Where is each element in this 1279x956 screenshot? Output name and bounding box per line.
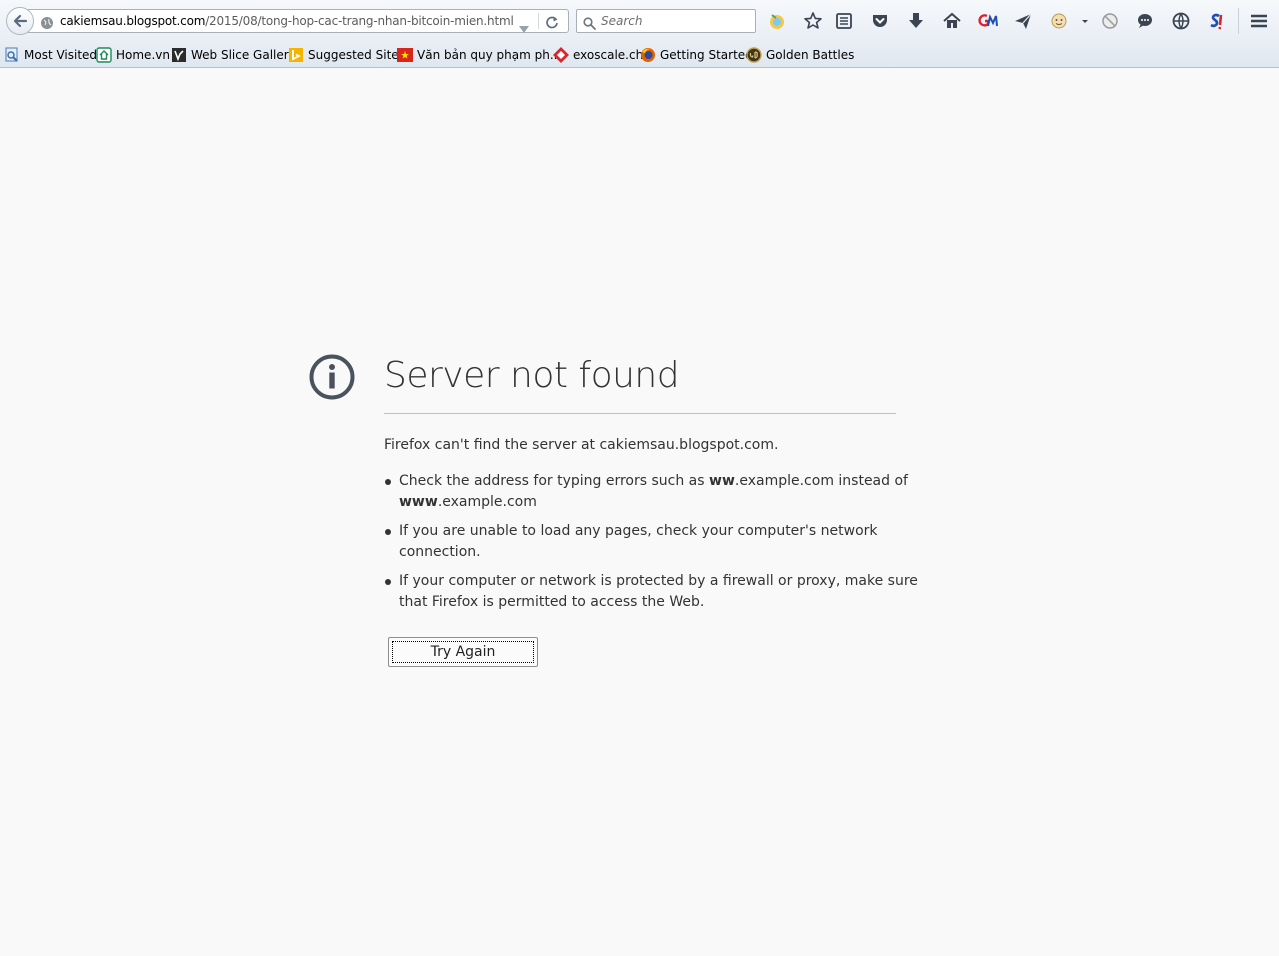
- bookmark-label: Văn bản quy phạm ph...: [417, 48, 562, 62]
- bing-icon: [288, 47, 304, 63]
- menu-icon[interactable]: [1249, 11, 1269, 31]
- search-bar[interactable]: [576, 9, 756, 33]
- error-description: Firefox can't find the server at cakiems…: [384, 437, 779, 453]
- pocket-icon[interactable]: [870, 11, 890, 31]
- s-addon-icon[interactable]: [1207, 11, 1227, 31]
- vietnam-flag-icon: [397, 47, 413, 63]
- url-bar-separator: [538, 13, 539, 29]
- bookmark-star-icon[interactable]: [803, 11, 823, 31]
- bookmark-label: Most Visited: [24, 48, 98, 62]
- reading-list-icon[interactable]: [834, 11, 854, 31]
- back-button[interactable]: [6, 7, 34, 35]
- home-vn-icon: [96, 47, 112, 63]
- suggestion-item: Check the address for typing errors such…: [384, 471, 908, 513]
- addon-icon[interactable]: [767, 11, 787, 31]
- search-icon: [583, 15, 596, 34]
- title-divider: [384, 413, 896, 414]
- globe-addon-icon[interactable]: [1171, 11, 1191, 31]
- back-arrow-icon: [13, 14, 28, 28]
- info-icon: [308, 353, 356, 405]
- url-path: /2015/08/tong-hop-cac-trang-nhan-bitcoin…: [205, 14, 514, 28]
- url-history-dropdown-icon[interactable]: [519, 18, 529, 37]
- bookmark-van-ban[interactable]: Văn bản quy phạm ph...: [397, 46, 561, 64]
- globe-icon[interactable]: [40, 15, 54, 34]
- reload-icon[interactable]: [545, 14, 559, 33]
- bookmark-home-vn[interactable]: Home.vn: [96, 46, 170, 64]
- try-again-label: Try Again: [392, 641, 534, 663]
- bookmark-web-slice-gallery[interactable]: Web Slice Gallery: [171, 46, 296, 64]
- exoscale-icon: [553, 47, 569, 63]
- suggestion-item: If your computer or network is protected…: [384, 571, 918, 613]
- bookmark-label: Golden Battles: [766, 48, 855, 62]
- url-bar[interactable]: cakiemsau.blogspot.com/2015/08/tong-hop-…: [28, 9, 569, 33]
- bookmark-exoscale[interactable]: exoscale.ch: [553, 46, 643, 64]
- bookmark-most-visited[interactable]: Most Visited: [4, 46, 97, 64]
- bookmark-label: Web Slice Gallery: [191, 48, 296, 62]
- try-again-button[interactable]: Try Again: [388, 637, 538, 667]
- chat-icon[interactable]: [1135, 11, 1155, 31]
- bookmark-label: Suggested Sites: [308, 48, 405, 62]
- folder-bookmark-icon: [4, 47, 20, 63]
- dropdown-icon[interactable]: [1080, 11, 1090, 31]
- error-suggestions-list: Check the address for typing errors such…: [384, 471, 918, 621]
- web-slice-icon: [171, 47, 187, 63]
- bookmarks-toolbar: Most Visited Home.vn Web Slice Gallery S…: [0, 42, 1279, 68]
- send-icon[interactable]: [1013, 11, 1033, 31]
- downloads-icon[interactable]: [906, 11, 926, 31]
- navigation-toolbar: cakiemsau.blogspot.com/2015/08/tong-hop-…: [0, 0, 1279, 42]
- error-title: Server not found: [384, 355, 680, 396]
- search-input[interactable]: [601, 13, 751, 29]
- golden-battles-icon: [746, 47, 762, 63]
- url-text[interactable]: cakiemsau.blogspot.com/2015/08/tong-hop-…: [60, 14, 514, 28]
- bookmark-getting-started[interactable]: Getting Started: [640, 46, 753, 64]
- block-icon[interactable]: [1100, 11, 1120, 31]
- url-host: cakiemsau.blogspot.com: [60, 14, 206, 28]
- emoji-addon-icon[interactable]: [1049, 11, 1069, 31]
- bookmark-label: Home.vn: [116, 48, 170, 62]
- bookmark-golden-battles[interactable]: Golden Battles: [746, 46, 854, 64]
- home-icon[interactable]: [942, 11, 962, 31]
- bookmark-label: exoscale.ch: [573, 48, 644, 62]
- bookmark-label: Getting Started: [660, 48, 753, 62]
- firefox-icon: [640, 47, 656, 63]
- bookmark-suggested-sites[interactable]: Suggested Sites: [288, 46, 405, 64]
- gm-icon[interactable]: [978, 11, 998, 31]
- suggestion-item: If you are unable to load any pages, che…: [384, 521, 896, 563]
- toolbar-separator: [1238, 8, 1239, 34]
